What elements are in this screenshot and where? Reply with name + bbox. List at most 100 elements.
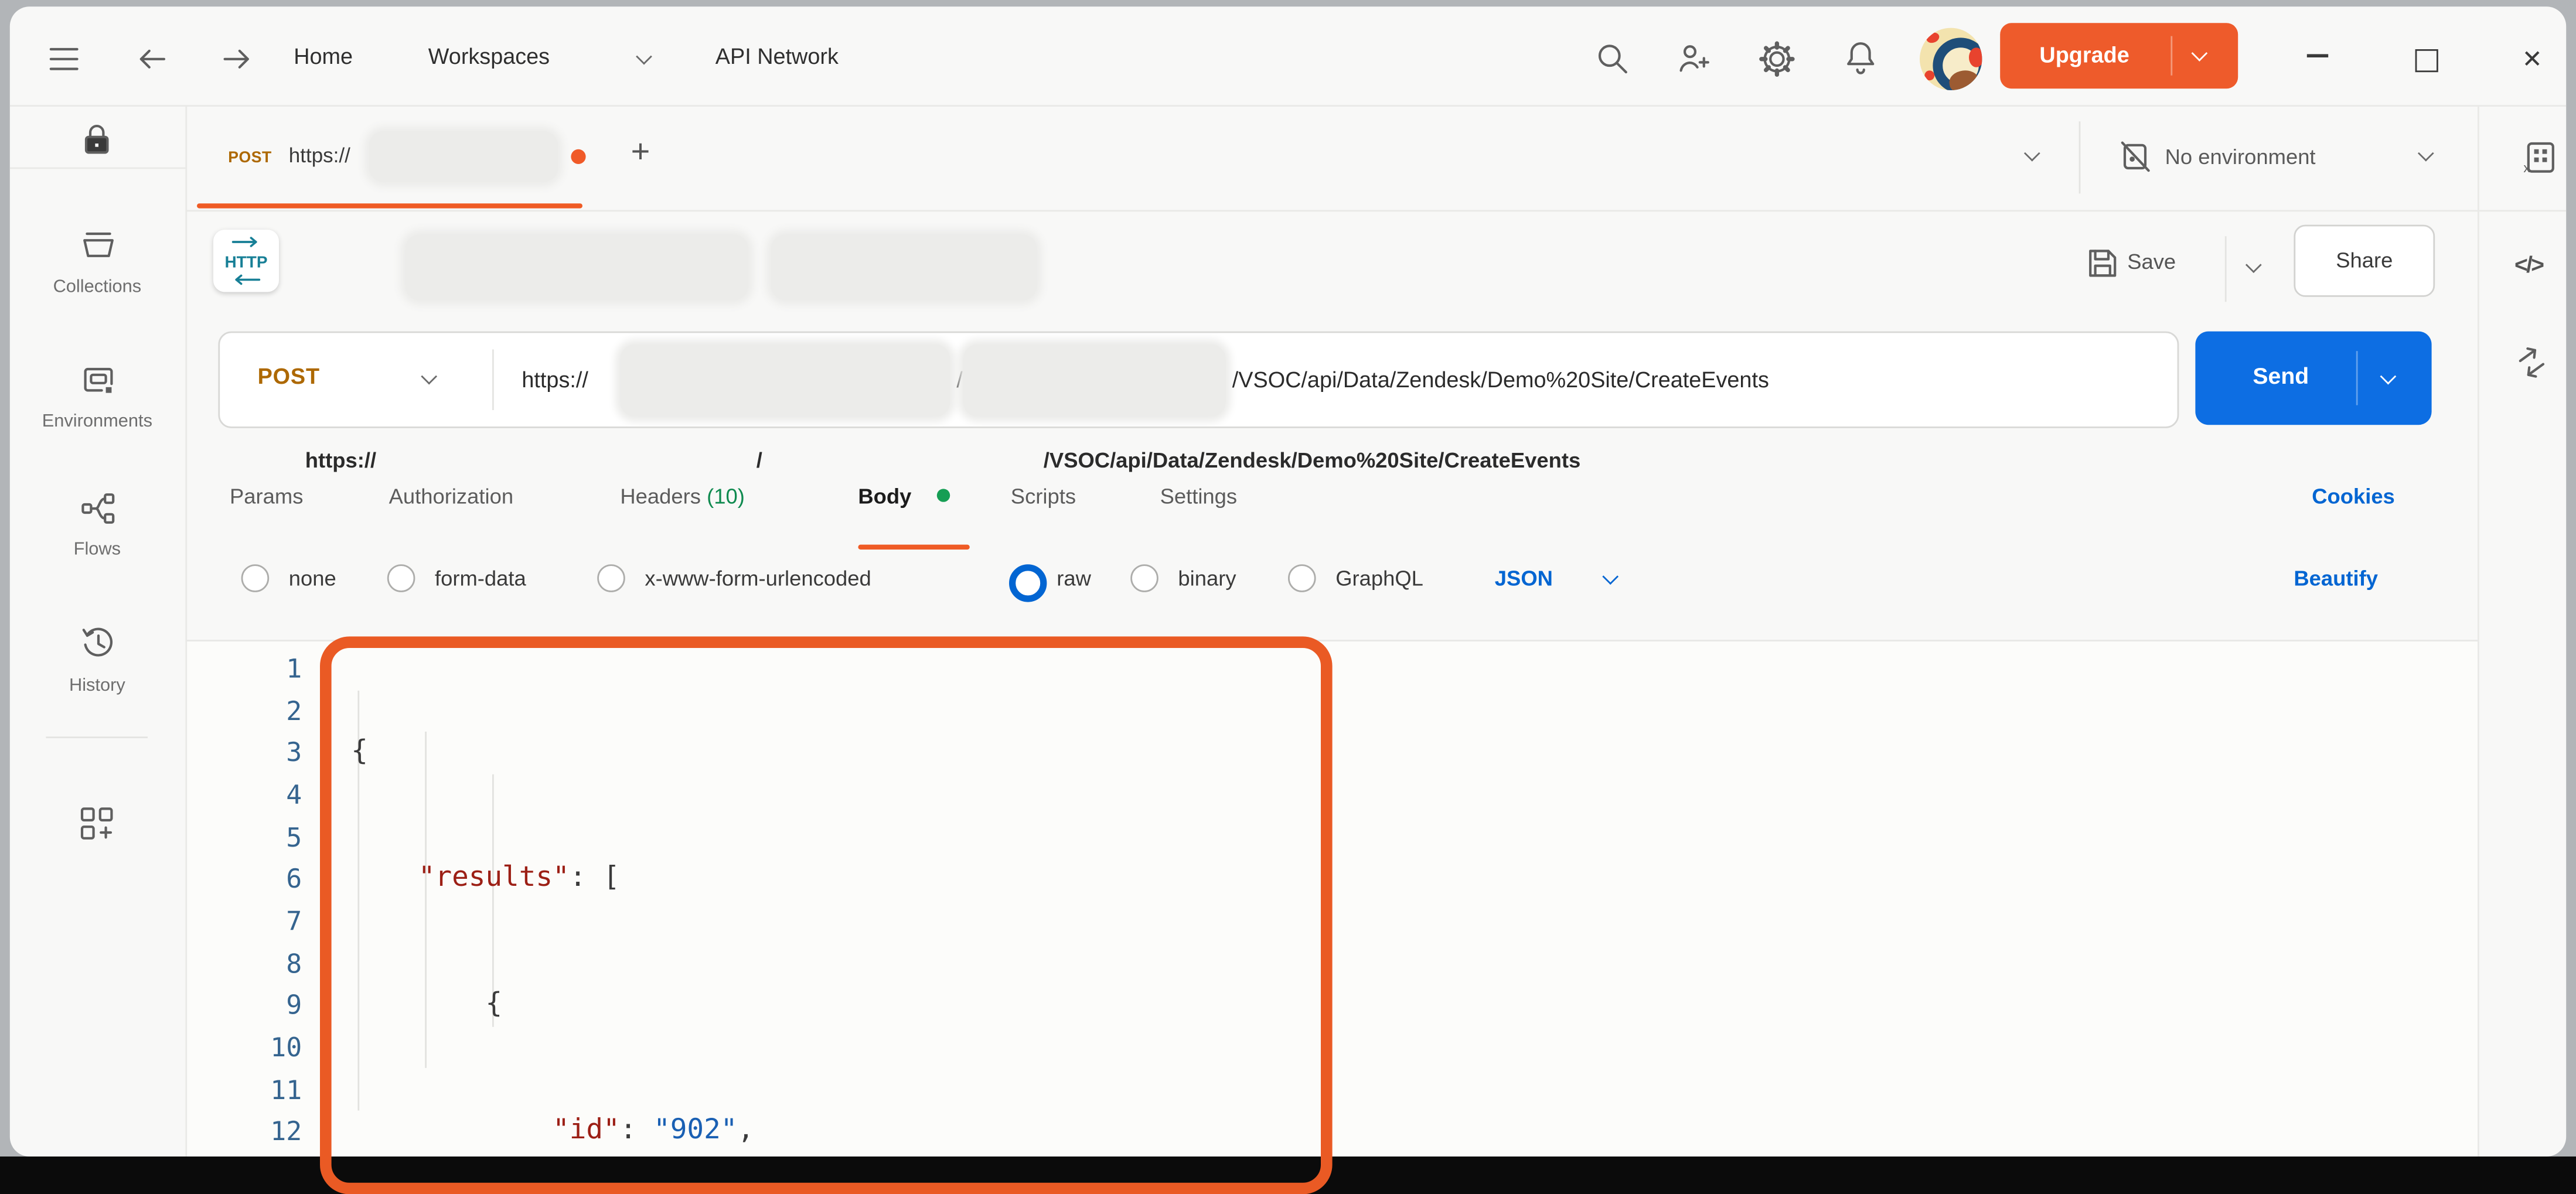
annotation-highlight-box bbox=[320, 636, 1333, 1194]
workspaces-chevron-icon[interactable] bbox=[636, 49, 652, 65]
maximize-button[interactable] bbox=[2415, 49, 2438, 72]
redacted-host bbox=[620, 344, 950, 417]
redacted-segment bbox=[771, 234, 1037, 300]
upgrade-button[interactable]: Upgrade bbox=[2000, 23, 2238, 88]
environments-icon bbox=[80, 364, 117, 397]
radio-x-www-form-urlencoded[interactable] bbox=[597, 564, 625, 592]
nav-workspaces[interactable]: Workspaces bbox=[428, 45, 550, 69]
sidebar-item-label: Flows bbox=[10, 540, 185, 560]
save-button[interactable]: Save bbox=[2075, 223, 2255, 318]
url-scheme: https:// bbox=[305, 448, 376, 472]
share-button[interactable]: Share bbox=[2294, 225, 2435, 297]
hamburger-menu-icon[interactable] bbox=[49, 46, 79, 72]
save-icon bbox=[2084, 246, 2117, 279]
request-tab[interactable]: POST https:// bbox=[207, 105, 601, 208]
tab-settings[interactable]: Settings bbox=[1160, 484, 1238, 509]
code-snippet-icon[interactable]: </> bbox=[2514, 251, 2543, 277]
redacted-host bbox=[406, 234, 748, 300]
unsaved-dot-icon bbox=[571, 149, 585, 164]
radio-none[interactable] bbox=[241, 564, 270, 592]
upgrade-chevron-icon[interactable] bbox=[2192, 45, 2208, 62]
related-requests-icon[interactable] bbox=[2513, 344, 2549, 381]
forward-arrow-icon[interactable] bbox=[222, 46, 251, 72]
headers-count-badge: (10) bbox=[707, 484, 745, 509]
send-chevron-icon[interactable] bbox=[2380, 369, 2397, 385]
language-chevron-icon[interactable] bbox=[1602, 568, 1618, 585]
builder-path: /VSOC/api/Data/Zendesk/Demo%20Site/Creat… bbox=[1232, 367, 1769, 392]
radio-none-label[interactable]: none bbox=[289, 566, 336, 591]
tab-body[interactable]: Body bbox=[858, 484, 911, 509]
invite-user-icon[interactable] bbox=[1675, 41, 1712, 77]
radio-x-www-form-urlencoded-label[interactable]: x-www-form-urlencoded bbox=[645, 566, 871, 591]
editor-line-numbers: 12 34 56 78 910 1112 bbox=[197, 648, 302, 1153]
radio-graphql-label[interactable]: GraphQL bbox=[1335, 566, 1423, 591]
upgrade-label: Upgrade bbox=[2039, 43, 2129, 67]
sidebar-item-environments[interactable]: Environments bbox=[10, 364, 185, 463]
builder-scheme: https:// bbox=[522, 367, 588, 392]
radio-raw[interactable] bbox=[1009, 564, 1047, 602]
nav-api-network[interactable]: API Network bbox=[715, 45, 839, 69]
cookies-link[interactable]: Cookies bbox=[2312, 484, 2395, 509]
left-sidebar: Collections Environments Flows History bbox=[10, 107, 186, 1157]
divider bbox=[2225, 236, 2227, 302]
minimize-button[interactable] bbox=[2307, 37, 2336, 57]
method-label: POST bbox=[258, 364, 320, 389]
workspace-lock-icon[interactable] bbox=[79, 121, 115, 158]
postman-app: Home Workspaces API Network bbox=[0, 0, 2576, 1172]
tab-authorization[interactable]: Authorization bbox=[389, 484, 513, 509]
radio-binary-label[interactable]: binary bbox=[1178, 566, 1236, 591]
settings-gear-icon[interactable] bbox=[1759, 41, 1795, 77]
redacted-tab-text bbox=[369, 131, 558, 182]
history-icon bbox=[80, 625, 117, 661]
tab-url-label: https:// bbox=[289, 144, 350, 167]
builder-slash: / bbox=[956, 367, 963, 392]
url-input[interactable]: https:// / /VSOC/api/Data/Zendesk/Demo%2… bbox=[512, 333, 2169, 427]
radio-raw-label[interactable]: raw bbox=[1057, 566, 1091, 591]
sidebar-item-flows[interactable]: Flows bbox=[10, 492, 185, 591]
radio-binary[interactable] bbox=[1130, 564, 1158, 592]
right-panel: </> bbox=[2477, 107, 2567, 1157]
sidebar-item-label: Environments bbox=[10, 412, 185, 432]
flows-icon bbox=[80, 492, 117, 525]
sidebar-item-collections[interactable]: Collections bbox=[10, 230, 185, 328]
divider bbox=[46, 736, 148, 738]
notifications-bell-icon[interactable] bbox=[1842, 39, 1879, 79]
collections-icon bbox=[80, 230, 117, 262]
request-header-row: HTTP https:// / /VSOC/api/Data/Zendesk/D… bbox=[185, 210, 2477, 331]
request-tab-strip: POST https:// + No environment x bbox=[185, 105, 2566, 211]
radio-form-data[interactable] bbox=[387, 564, 415, 592]
send-label: Send bbox=[2253, 363, 2309, 389]
method-chevron-icon bbox=[421, 369, 437, 385]
environment-chevron-icon bbox=[2417, 145, 2434, 162]
avatar[interactable] bbox=[1920, 28, 1982, 90]
body-modified-dot-icon bbox=[937, 489, 950, 502]
beautify-link[interactable]: Beautify bbox=[2294, 566, 2378, 591]
search-icon[interactable] bbox=[1595, 41, 1631, 77]
radio-graphql[interactable] bbox=[1288, 564, 1316, 592]
tab-list-chevron-icon[interactable] bbox=[2023, 145, 2040, 162]
back-arrow-icon[interactable] bbox=[138, 46, 167, 72]
method-selector[interactable]: POST bbox=[220, 333, 492, 427]
tab-params[interactable]: Params bbox=[230, 484, 303, 509]
send-button[interactable]: Send bbox=[2195, 332, 2431, 425]
tab-scripts[interactable]: Scripts bbox=[1011, 484, 1076, 509]
active-request-tab-underline bbox=[858, 545, 969, 550]
sidebar-item-history[interactable]: History bbox=[10, 625, 185, 724]
configure-sidebar-icon[interactable] bbox=[79, 806, 115, 842]
tab-headers[interactable]: Headers (10) bbox=[620, 484, 744, 509]
no-environment-icon bbox=[2117, 139, 2152, 174]
divider bbox=[492, 349, 494, 410]
environment-selector[interactable]: No environment bbox=[2104, 105, 2482, 208]
language-select[interactable]: JSON bbox=[1495, 566, 1553, 591]
close-button[interactable]: ✕ bbox=[2522, 45, 2543, 74]
nav-home[interactable]: Home bbox=[294, 45, 353, 69]
tab-headers-label: Headers bbox=[620, 484, 701, 509]
new-tab-button[interactable]: + bbox=[631, 135, 650, 172]
divider bbox=[10, 168, 185, 169]
tab-method-label: POST bbox=[228, 149, 272, 168]
divider bbox=[2079, 121, 2081, 193]
radio-form-data-label[interactable]: form-data bbox=[435, 566, 526, 591]
svg-text:HTTP: HTTP bbox=[224, 253, 267, 271]
url-slash: / bbox=[757, 448, 762, 472]
sidebar-item-label: Collections bbox=[10, 277, 185, 297]
